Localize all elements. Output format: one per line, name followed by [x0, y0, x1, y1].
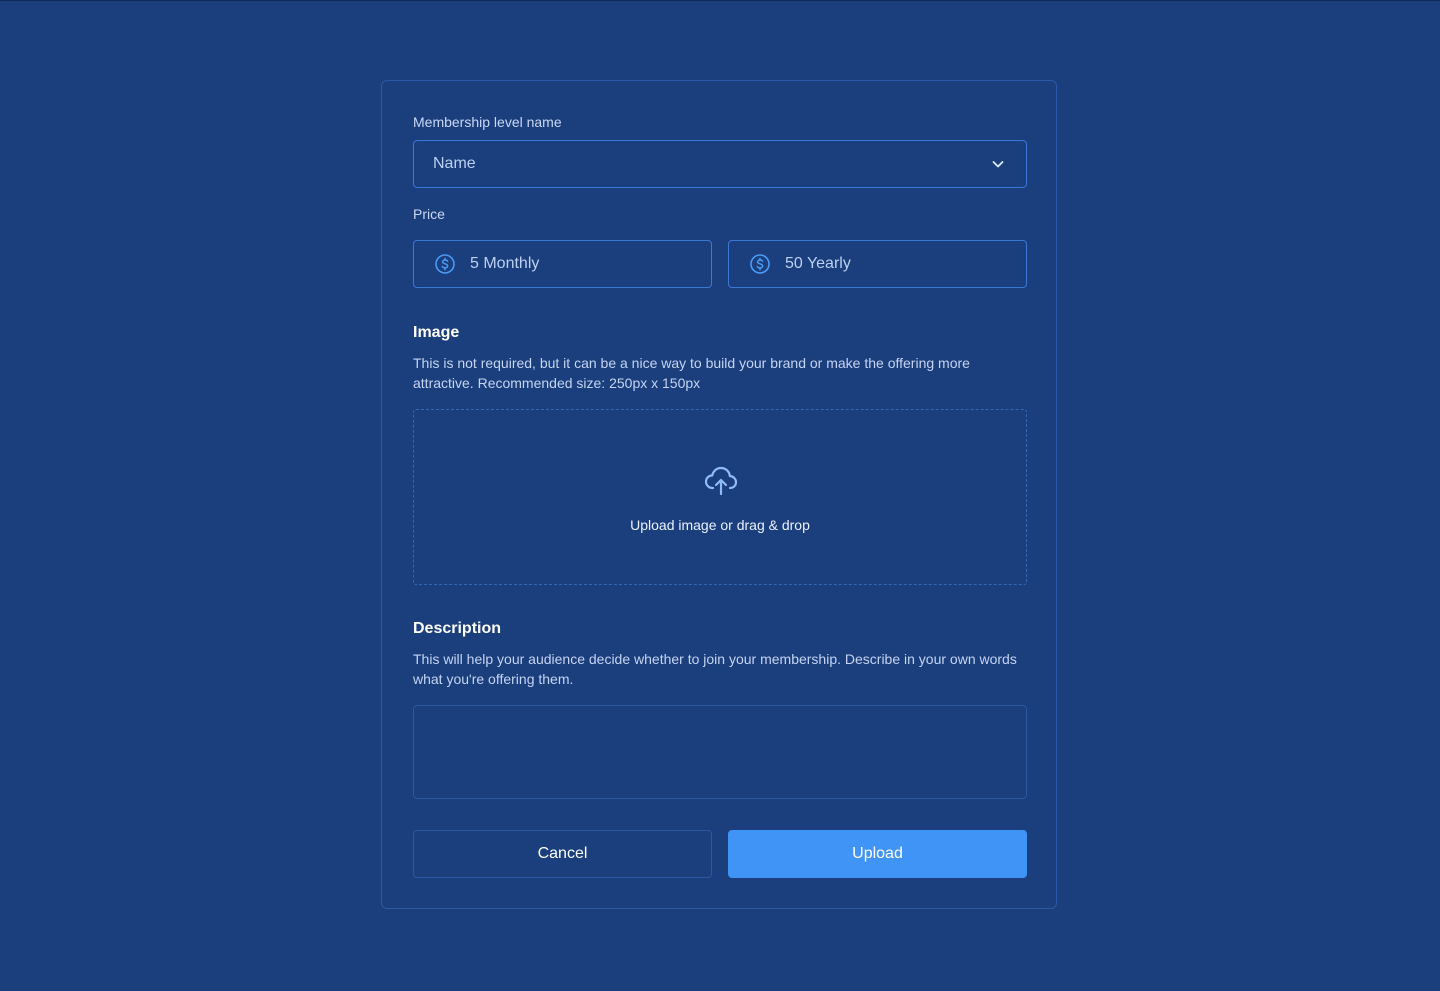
dollar-circle-icon: [435, 254, 455, 274]
membership-form-card: Membership level name Name Price 5 Month…: [381, 80, 1057, 909]
description-textarea[interactable]: [413, 705, 1027, 799]
image-section-title: Image: [413, 324, 460, 341]
price-monthly-field[interactable]: 5 Monthly: [413, 240, 712, 288]
image-section-description: This is not required, but it can be a ni…: [413, 355, 970, 391]
top-border: [0, 0, 1440, 1]
image-upload-dropzone[interactable]: Upload image or drag & drop: [413, 409, 1027, 585]
dollar-circle-icon: [750, 254, 770, 274]
description-section-description: This will help your audience decide whet…: [413, 651, 1017, 687]
description-section-title: Description: [413, 620, 502, 637]
cancel-button[interactable]: Cancel: [413, 830, 712, 878]
price-yearly-value: 50 Yearly: [785, 255, 851, 272]
membership-level-value: Name: [433, 155, 476, 172]
membership-level-label: Membership level name: [413, 114, 562, 130]
price-label: Price: [413, 206, 445, 222]
chevron-down-icon: [992, 161, 1004, 168]
membership-level-select[interactable]: Name: [413, 140, 1027, 188]
cloud-upload-icon: [704, 466, 738, 496]
upload-hint-text: Upload image or drag & drop: [630, 517, 810, 533]
price-monthly-value: 5 Monthly: [470, 255, 540, 272]
price-yearly-field[interactable]: 50 Yearly: [728, 240, 1027, 288]
upload-button[interactable]: Upload: [728, 830, 1027, 878]
